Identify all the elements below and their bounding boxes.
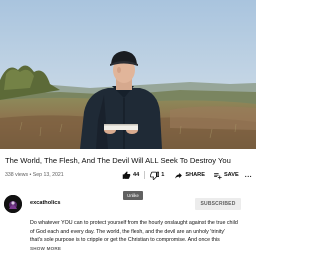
subscribed-button[interactable]: SUBSCRIBED <box>195 198 241 210</box>
description-line: Do whatever YOU can to protect yourself … <box>30 220 238 226</box>
share-button[interactable]: SHARE <box>174 171 205 180</box>
thumbs-down-icon <box>150 171 160 180</box>
thumbs-up-icon <box>122 170 131 180</box>
like-dislike-divider <box>144 171 146 179</box>
save-button[interactable]: SAVE <box>213 171 239 180</box>
like-count: 44 <box>133 172 140 178</box>
like-button[interactable]: 44 <box>122 170 140 180</box>
video-description: Do whatever YOU can to protect yourself … <box>30 219 256 245</box>
unlike-tooltip: Unlike <box>123 191 143 200</box>
save-label: SAVE <box>223 172 239 178</box>
show-more-button[interactable]: SHOW MORE <box>30 246 61 251</box>
description-line: that's sole purpose is to cripple or get… <box>30 237 220 244</box>
dislike-button[interactable]: 1 <box>150 171 164 180</box>
video-title: The World, The Flesh, And The Devil Will… <box>5 156 231 165</box>
channel-name[interactable]: excatholics <box>30 200 60 206</box>
view-count: 338 views <box>5 172 29 178</box>
upload-date: Sep 13, 2021 <box>32 172 64 178</box>
add-to-playlist-icon <box>213 171 222 180</box>
watch-page: The World, The Flesh, And The Devil Will… <box>0 0 256 256</box>
action-bar: 44 1 SHARE SAVE ... <box>122 169 252 181</box>
video-player[interactable] <box>0 0 256 149</box>
description-line: of God each and every day. The world, th… <box>30 228 225 235</box>
video-frame-image <box>0 0 256 149</box>
video-meta: 338 views • Sep 13, 2021 <box>5 171 64 179</box>
share-label: SHARE <box>185 172 205 178</box>
share-arrow-icon <box>174 171 183 180</box>
more-horizontal-icon: ... <box>244 171 253 179</box>
channel-avatar[interactable] <box>4 195 22 213</box>
more-actions-button[interactable]: ... <box>245 172 252 179</box>
dislike-count: 1 <box>161 172 165 178</box>
